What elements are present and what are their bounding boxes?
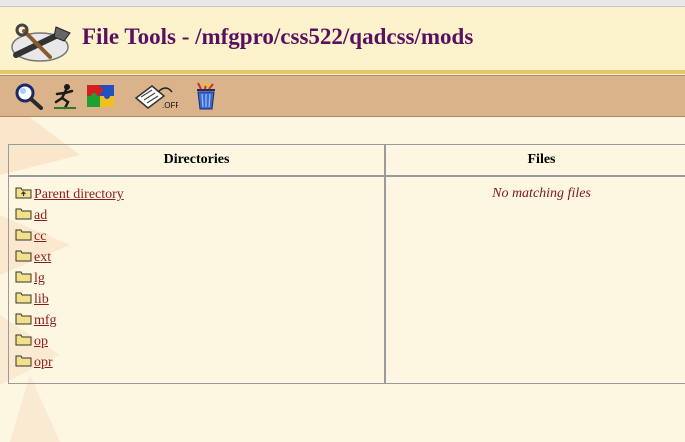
folder-icon [15, 334, 32, 346]
delete-tool-button[interactable] [192, 82, 220, 110]
page-title: File Tools - /mfgpro/css522/qadcss/mods [82, 24, 474, 49]
page-header: File Tools - /mfgpro/css522/qadcss/mods [0, 7, 685, 71]
folder-icon [15, 250, 32, 262]
directory-link[interactable]: lg [34, 271, 45, 286]
directory-item: mfg [15, 310, 384, 331]
runner-icon [54, 84, 76, 110]
folder-icon [15, 271, 32, 283]
magnifier-icon [15, 83, 43, 110]
directory-item: ext [15, 247, 384, 268]
toolbar: .OFF [0, 75, 685, 117]
svg-text:.OFF: .OFF [162, 101, 178, 110]
window-top-strip [0, 0, 685, 7]
directories-header: Directories [8, 144, 385, 176]
folder-icon [15, 229, 32, 241]
folder-icon [15, 292, 32, 304]
directory-item: op [15, 331, 384, 352]
files-cell: No matching files [385, 176, 685, 384]
html-off-icon: .OFF [134, 85, 178, 110]
directory-link[interactable]: lib [34, 292, 49, 307]
directory-link[interactable]: opr [34, 355, 53, 370]
parent-directory-link[interactable]: Parent directory [34, 187, 124, 202]
directory-link[interactable]: cc [34, 229, 46, 244]
tools-logo-icon [11, 23, 71, 62]
folder-icon [15, 313, 32, 325]
directory-item: cc [15, 226, 384, 247]
directory-item: opr [15, 352, 384, 373]
parent-directory-item: Parent directory [15, 184, 384, 205]
files-header: Files [385, 144, 685, 176]
header-divider [0, 70, 685, 74]
trash-can-icon [197, 82, 215, 110]
directory-link[interactable]: ext [34, 250, 51, 265]
puzzle-icon [87, 85, 114, 107]
run-tool-button[interactable] [52, 82, 78, 110]
directory-item: ad [15, 205, 384, 226]
directory-item: lib [15, 289, 384, 310]
directory-list: Parent directory ad cc ext lg lib mfg op… [9, 177, 384, 373]
directory-item: lg [15, 268, 384, 289]
search-tool-button[interactable] [14, 82, 44, 110]
folder-up-icon [15, 187, 32, 199]
directory-link[interactable]: mfg [34, 313, 57, 328]
directories-cell: Parent directory ad cc ext lg lib mfg op… [8, 176, 385, 384]
folder-icon [15, 208, 32, 220]
folder-icon [15, 355, 32, 367]
directory-link[interactable]: op [34, 334, 48, 349]
no-files-message: No matching files [492, 186, 591, 201]
file-listing-table: Directories Files Parent directory ad cc… [8, 144, 685, 384]
directory-link[interactable]: ad [34, 208, 47, 223]
html-off-tool-button[interactable]: .OFF [132, 82, 178, 110]
compile-tool-button[interactable] [85, 82, 117, 110]
